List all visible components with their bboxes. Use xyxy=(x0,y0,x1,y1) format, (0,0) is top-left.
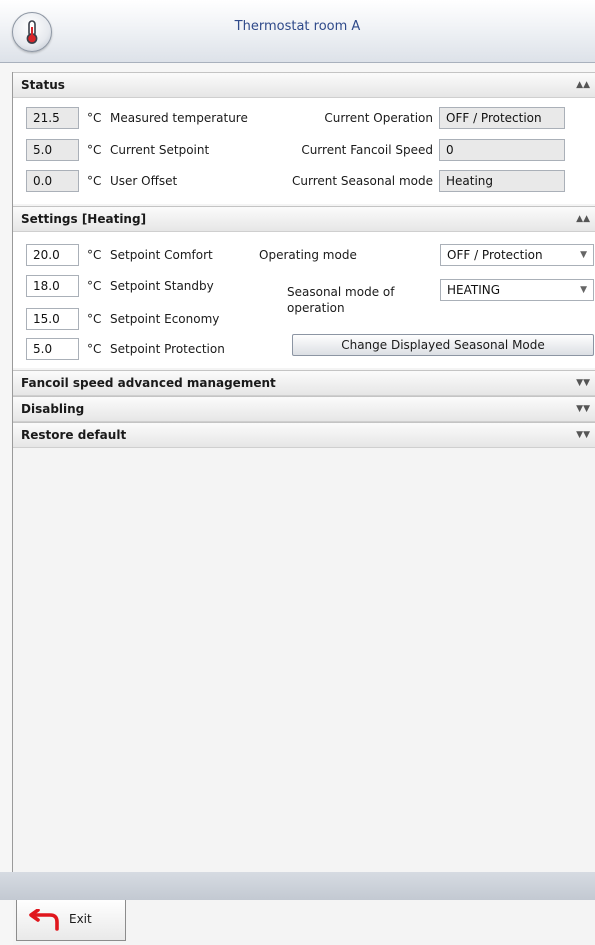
seasonal-mode-label-line1: Seasonal mode of xyxy=(287,285,395,299)
setpoint-comfort-unit: °C xyxy=(87,248,102,262)
current-operation-value: OFF / Protection xyxy=(439,107,565,129)
operating-mode-label: Operating mode xyxy=(259,248,357,262)
user-offset-value: 0.0 xyxy=(26,170,79,192)
measured-temperature-label: Measured temperature xyxy=(110,111,248,125)
title-bar: Thermostat room A xyxy=(0,0,595,63)
settings-section-title: Settings [Heating] xyxy=(21,212,147,226)
current-seasonal-mode-label: Current Seasonal mode xyxy=(292,174,433,188)
settings-section-header[interactable]: Settings [Heating] ▲▲ xyxy=(13,206,595,232)
exit-arrow-icon xyxy=(29,909,59,931)
change-seasonal-mode-button[interactable]: Change Displayed Seasonal Mode xyxy=(292,334,594,356)
measured-temperature-value: 21.5 xyxy=(26,107,79,129)
operating-mode-select[interactable]: OFF / Protection ▼ xyxy=(440,244,594,266)
main-panel: Status ▲▲ 21.5 °C Measured temperature 5… xyxy=(12,72,595,945)
status-section-body: 21.5 °C Measured temperature 5.0 °C Curr… xyxy=(13,98,595,204)
dropdown-arrow-icon[interactable]: ▼ xyxy=(580,280,587,300)
disabling-section-header[interactable]: Disabling ▼▼ xyxy=(13,396,595,422)
current-fancoil-speed-label: Current Fancoil Speed xyxy=(301,143,433,157)
seasonal-mode-value: HEATING xyxy=(447,283,501,297)
chevron-double-down-icon[interactable]: ▼▼ xyxy=(576,423,590,447)
user-offset-label: User Offset xyxy=(110,174,178,188)
chevron-double-up-icon[interactable]: ▲▲ xyxy=(576,73,590,97)
chevron-double-down-icon[interactable]: ▼▼ xyxy=(576,397,590,421)
operating-mode-value: OFF / Protection xyxy=(447,248,543,262)
window-title: Thermostat room A xyxy=(234,19,361,34)
current-operation-label: Current Operation xyxy=(324,111,433,125)
exit-label: Exit xyxy=(69,912,92,926)
setpoint-protection-label: Setpoint Protection xyxy=(110,342,225,356)
dropdown-arrow-icon[interactable]: ▼ xyxy=(580,245,587,265)
status-bar xyxy=(0,872,595,900)
restore-default-section-title: Restore default xyxy=(21,428,127,442)
setpoint-economy-label: Setpoint Economy xyxy=(110,312,220,326)
status-section-title: Status xyxy=(21,78,65,92)
seasonal-mode-label-line2: operation xyxy=(287,301,345,315)
setpoint-protection-input[interactable]: 5.0 xyxy=(26,338,79,360)
setpoint-standby-input[interactable]: 18.0 xyxy=(26,275,79,297)
current-fancoil-speed-value: 0 xyxy=(439,139,565,161)
user-offset-unit: °C xyxy=(87,174,102,188)
current-seasonal-mode-value: Heating xyxy=(439,170,565,192)
seasonal-mode-select[interactable]: HEATING ▼ xyxy=(440,279,594,301)
current-setpoint-value: 5.0 xyxy=(26,139,79,161)
exit-button[interactable]: Exit xyxy=(16,898,126,941)
current-setpoint-label: Current Setpoint xyxy=(110,143,210,157)
chevron-double-up-icon[interactable]: ▲▲ xyxy=(576,207,590,231)
setpoint-economy-input[interactable]: 15.0 xyxy=(26,308,79,330)
setpoint-standby-unit: °C xyxy=(87,279,102,293)
fancoil-speed-section-header[interactable]: Fancoil speed advanced management ▼▼ xyxy=(13,370,595,396)
chevron-double-down-icon[interactable]: ▼▼ xyxy=(576,371,590,395)
setpoint-comfort-label: Setpoint Comfort xyxy=(110,248,213,262)
setpoint-protection-unit: °C xyxy=(87,342,102,356)
status-section-header[interactable]: Status ▲▲ xyxy=(13,72,595,98)
disabling-section-title: Disabling xyxy=(21,402,85,416)
current-setpoint-unit: °C xyxy=(87,143,102,157)
setpoint-economy-unit: °C xyxy=(87,312,102,326)
fancoil-speed-section-title: Fancoil speed advanced management xyxy=(21,376,276,390)
measured-temperature-unit: °C xyxy=(87,111,102,125)
setpoint-comfort-input[interactable]: 20.0 xyxy=(26,244,79,266)
restore-default-section-header[interactable]: Restore default ▼▼ xyxy=(13,422,595,448)
setpoint-standby-label: Setpoint Standby xyxy=(110,279,214,293)
